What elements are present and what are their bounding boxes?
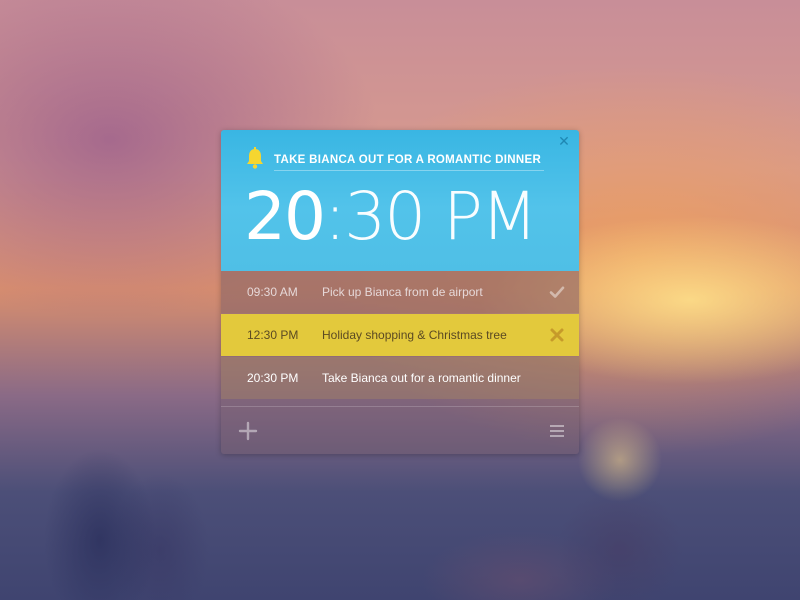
reminder-text: Take Bianca out for a romantic dinner (322, 371, 521, 385)
alarm-hour: 20 (244, 178, 326, 255)
check-icon[interactable] (549, 284, 565, 300)
alarm-minute-period: :30 PM (323, 178, 538, 255)
alarm-title: TAKE BIANCA OUT FOR A ROMANTIC DINNER (274, 154, 542, 166)
x-icon[interactable] (549, 327, 565, 343)
bell-icon (247, 147, 263, 169)
list-item[interactable]: 09:30 AM Pick up Bianca from de airport (221, 271, 579, 313)
reminder-time: 12:30 PM (247, 328, 299, 342)
reminder-time: 09:30 AM (247, 285, 298, 299)
reminder-text: Pick up Bianca from de airport (322, 285, 483, 299)
alarm-widget: ✕ TAKE BIANCA OUT FOR A ROMANTIC DINNER … (221, 130, 579, 454)
title-divider (274, 170, 544, 171)
alarm-time: 20:30 PM (244, 177, 538, 257)
list-item[interactable]: 20:30 PM Take Bianca out for a romantic … (221, 357, 579, 399)
widget-footer (221, 407, 579, 454)
plus-icon[interactable] (238, 421, 258, 441)
alarm-header: ✕ TAKE BIANCA OUT FOR A ROMANTIC DINNER … (221, 130, 579, 271)
reminder-list: 09:30 AM Pick up Bianca from de airport … (221, 271, 579, 454)
close-icon[interactable]: ✕ (557, 135, 571, 149)
reminder-time: 20:30 PM (247, 371, 299, 385)
reminder-text: Holiday shopping & Christmas tree (322, 328, 507, 342)
list-item[interactable]: 12:30 PM Holiday shopping & Christmas tr… (221, 314, 579, 356)
menu-icon[interactable] (550, 424, 564, 438)
